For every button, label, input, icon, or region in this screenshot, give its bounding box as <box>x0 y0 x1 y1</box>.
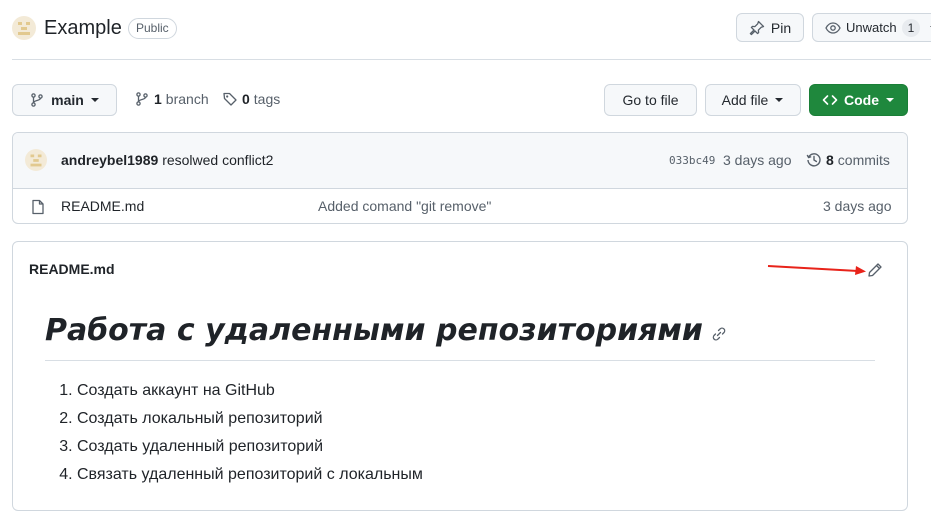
commit-message[interactable]: resolwed conflict2 <box>162 152 273 168</box>
pencil-icon[interactable] <box>867 262 883 278</box>
heading-rule <box>45 360 875 361</box>
tags-link[interactable]: 0 tags <box>222 91 280 107</box>
history-icon <box>806 153 821 167</box>
file-time: 3 days ago <box>823 198 892 214</box>
list-item: Создать локальный репозиторий <box>77 405 423 433</box>
add-file-button[interactable]: Add file <box>705 84 801 116</box>
readme-heading: Работа с удаленными репозиториями <box>45 313 703 348</box>
unwatch-button[interactable]: Unwatch 1 <box>812 13 931 42</box>
branches-link[interactable]: 1 branch <box>134 91 209 107</box>
repo-name[interactable]: Example <box>44 17 122 40</box>
file-row[interactable]: README.md Added comand "git remove" 3 da… <box>13 189 907 223</box>
list-item: Создать аккаунт на GitHub <box>77 377 423 405</box>
commit-time: 3 days ago <box>723 152 792 168</box>
eye-icon <box>825 21 841 34</box>
pin-icon <box>749 20 765 35</box>
annotation-arrow <box>767 265 866 275</box>
commit-hash[interactable]: 033bc49 <box>669 154 715 167</box>
commit-author[interactable]: andreybel1989 <box>61 152 158 168</box>
branches-label: branch <box>165 91 209 107</box>
file-name[interactable]: README.md <box>61 198 144 214</box>
header-divider <box>12 59 931 60</box>
code-icon <box>822 95 838 105</box>
commit-summary: andreybel1989 resolwed conflict2 <box>61 152 273 168</box>
list-item: Создать удаленный репозиторий <box>77 433 423 461</box>
code-button[interactable]: Code <box>809 84 908 116</box>
branch-select-button[interactable]: main <box>12 84 117 116</box>
avatar-icon <box>28 152 44 168</box>
add-file-label: Add file <box>721 92 769 108</box>
commit-author-avatar[interactable] <box>25 149 47 171</box>
branch-label: main <box>51 92 84 108</box>
watch-count: 1 <box>901 18 921 37</box>
pin-button[interactable]: Pin <box>736 13 804 42</box>
commits-link[interactable]: 8 commits <box>806 152 890 168</box>
readme-heading-row: Работа с удаленными репозиториями <box>45 313 727 348</box>
list-item: Связать удаленный репозиторий с локальны… <box>77 461 423 489</box>
avatar-icon <box>16 20 32 36</box>
owner-avatar[interactable] <box>12 16 36 40</box>
visibility-badge: Public <box>128 18 177 39</box>
tag-icon <box>223 92 237 106</box>
go-to-file-label: Go to file <box>622 92 679 108</box>
pin-label: Pin <box>770 19 792 36</box>
caret-down-icon <box>886 98 894 102</box>
link-icon[interactable] <box>711 326 727 342</box>
tags-label: tags <box>253 91 281 107</box>
readme-filename[interactable]: README.md <box>29 261 115 277</box>
code-label: Code <box>844 92 879 108</box>
tags-count: 0 <box>242 91 250 107</box>
caret-down-icon <box>775 98 784 102</box>
file-icon <box>32 199 44 215</box>
file-commit-message[interactable]: Added comand "git remove" <box>318 198 491 214</box>
unwatch-label: Unwatch <box>846 20 897 35</box>
branches-count: 1 <box>154 91 162 107</box>
commits-label: commits <box>837 152 890 168</box>
readme-list: Создать аккаунт на GitHub Создать локаль… <box>45 377 423 489</box>
branch-icon <box>136 92 148 106</box>
go-to-file-button[interactable]: Go to file <box>604 84 697 116</box>
branch-icon <box>31 93 43 107</box>
caret-down-icon <box>90 98 99 102</box>
commits-count: 8 <box>826 152 834 168</box>
